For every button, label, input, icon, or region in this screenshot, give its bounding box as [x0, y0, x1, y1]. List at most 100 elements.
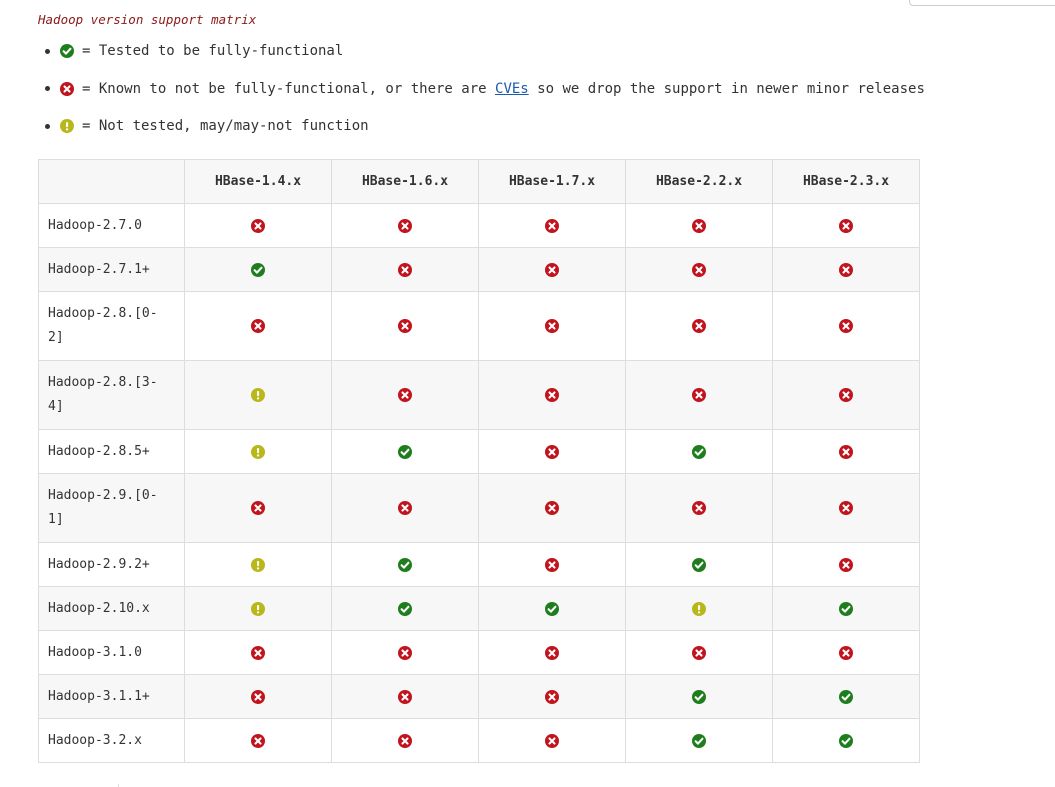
cross-icon	[839, 388, 853, 402]
cross-icon	[545, 218, 559, 233]
status-cell	[625, 542, 773, 587]
bullet-dot	[45, 48, 50, 54]
status-cell	[184, 674, 332, 719]
status-cell	[478, 360, 626, 430]
legend-list: = Tested to be fully-functional = Known …	[38, 42, 925, 155]
column-header: HBase-1.7.x	[478, 159, 626, 204]
cross-icon	[839, 501, 853, 515]
cross-icon	[251, 319, 265, 333]
status-cell	[478, 630, 626, 675]
cross-icon	[839, 557, 853, 572]
cross-icon	[251, 689, 265, 704]
cross-icon	[545, 733, 559, 748]
check-icon	[398, 601, 412, 616]
row-label: Hadoop-2.8.5+	[38, 429, 185, 474]
table-row: Hadoop-3.1.0	[38, 630, 920, 675]
status-cell	[478, 203, 626, 248]
status-cell	[625, 630, 773, 675]
support-matrix-table: HBase-1.4.x HBase-1.6.x HBase-1.7.x HBas…	[38, 159, 920, 763]
table-row: Hadoop-2.9.[0-1]	[38, 473, 920, 543]
status-cell	[184, 630, 332, 675]
check-icon	[251, 262, 265, 277]
status-cell	[625, 429, 773, 474]
status-cell	[772, 360, 920, 430]
legend-item-supported: = Tested to be fully-functional	[38, 42, 925, 60]
status-cell	[772, 247, 920, 292]
status-cell	[478, 718, 626, 763]
table-row: Hadoop-2.8.[0-2]	[38, 291, 920, 361]
row-label: Hadoop-2.8.[0-2]	[38, 291, 185, 361]
exclamation-icon	[251, 557, 265, 572]
status-cell	[478, 291, 626, 361]
check-icon	[839, 733, 853, 748]
table-body: Hadoop-2.7.0 Hadoop-2.7.1+ Hadoop-2.8.[0-2…	[38, 203, 920, 763]
cross-icon	[839, 645, 853, 660]
check-icon	[692, 733, 706, 748]
cross-icon	[398, 501, 412, 515]
row-label: Hadoop-3.2.x	[38, 718, 185, 763]
status-cell	[184, 718, 332, 763]
column-header: HBase-2.3.x	[772, 159, 920, 204]
cross-icon	[60, 81, 74, 96]
exclamation-icon	[60, 119, 74, 133]
status-cell	[772, 203, 920, 248]
table-row: Hadoop-2.9.2+	[38, 542, 920, 587]
status-cell	[772, 291, 920, 361]
status-cell	[331, 360, 479, 430]
cross-icon	[692, 218, 706, 233]
cross-icon	[545, 444, 559, 459]
check-icon	[60, 44, 74, 58]
cross-icon	[251, 501, 265, 515]
status-cell	[625, 674, 773, 719]
status-cell	[184, 203, 332, 248]
cross-icon	[251, 218, 265, 233]
row-label: Hadoop-2.7.1+	[38, 247, 185, 292]
status-cell	[331, 291, 479, 361]
check-icon	[398, 444, 412, 459]
column-header: HBase-1.6.x	[331, 159, 479, 204]
legend-text: so we drop the support in newer minor re…	[528, 80, 925, 97]
status-cell	[331, 429, 479, 474]
status-cell	[478, 473, 626, 543]
legend-text: = Not tested, may/may-not function	[82, 118, 369, 134]
cross-icon	[545, 262, 559, 277]
cross-icon	[398, 689, 412, 704]
window-frame-corner	[909, 0, 1055, 6]
cross-icon	[692, 388, 706, 402]
cross-icon	[839, 319, 853, 333]
table-row: Hadoop-3.2.x	[38, 718, 920, 763]
status-cell	[625, 203, 773, 248]
exclamation-icon	[251, 601, 265, 616]
check-icon	[545, 601, 559, 616]
status-cell	[331, 718, 479, 763]
check-icon	[692, 689, 706, 704]
status-cell	[331, 586, 479, 631]
check-icon	[398, 557, 412, 572]
table-row: Hadoop-2.10.x	[38, 586, 920, 631]
status-cell	[625, 360, 773, 430]
cross-icon	[398, 388, 412, 402]
status-cell	[331, 674, 479, 719]
status-cell	[772, 542, 920, 587]
cross-icon	[839, 218, 853, 233]
cross-icon	[398, 319, 412, 333]
status-cell	[184, 586, 332, 631]
status-cell	[478, 542, 626, 587]
table-row: Hadoop-2.7.1+	[38, 247, 920, 292]
row-label: Hadoop-3.1.1+	[38, 674, 185, 719]
cves-link[interactable]: CVEs	[495, 81, 529, 97]
legend-text: = Known to not be fully-functional, or t…	[82, 80, 496, 97]
status-cell	[772, 473, 920, 543]
bullet-dot	[45, 123, 50, 129]
status-cell	[184, 473, 332, 543]
table-caption: Hadoop version support matrix	[38, 12, 257, 27]
row-label: Hadoop-2.7.0	[38, 203, 185, 248]
status-cell	[184, 360, 332, 430]
cross-icon	[839, 444, 853, 459]
status-cell	[772, 674, 920, 719]
status-cell	[331, 247, 479, 292]
column-header: HBase-1.4.x	[184, 159, 332, 204]
cross-icon	[545, 388, 559, 402]
row-label: Hadoop-2.9.2+	[38, 542, 185, 587]
status-cell	[772, 630, 920, 675]
